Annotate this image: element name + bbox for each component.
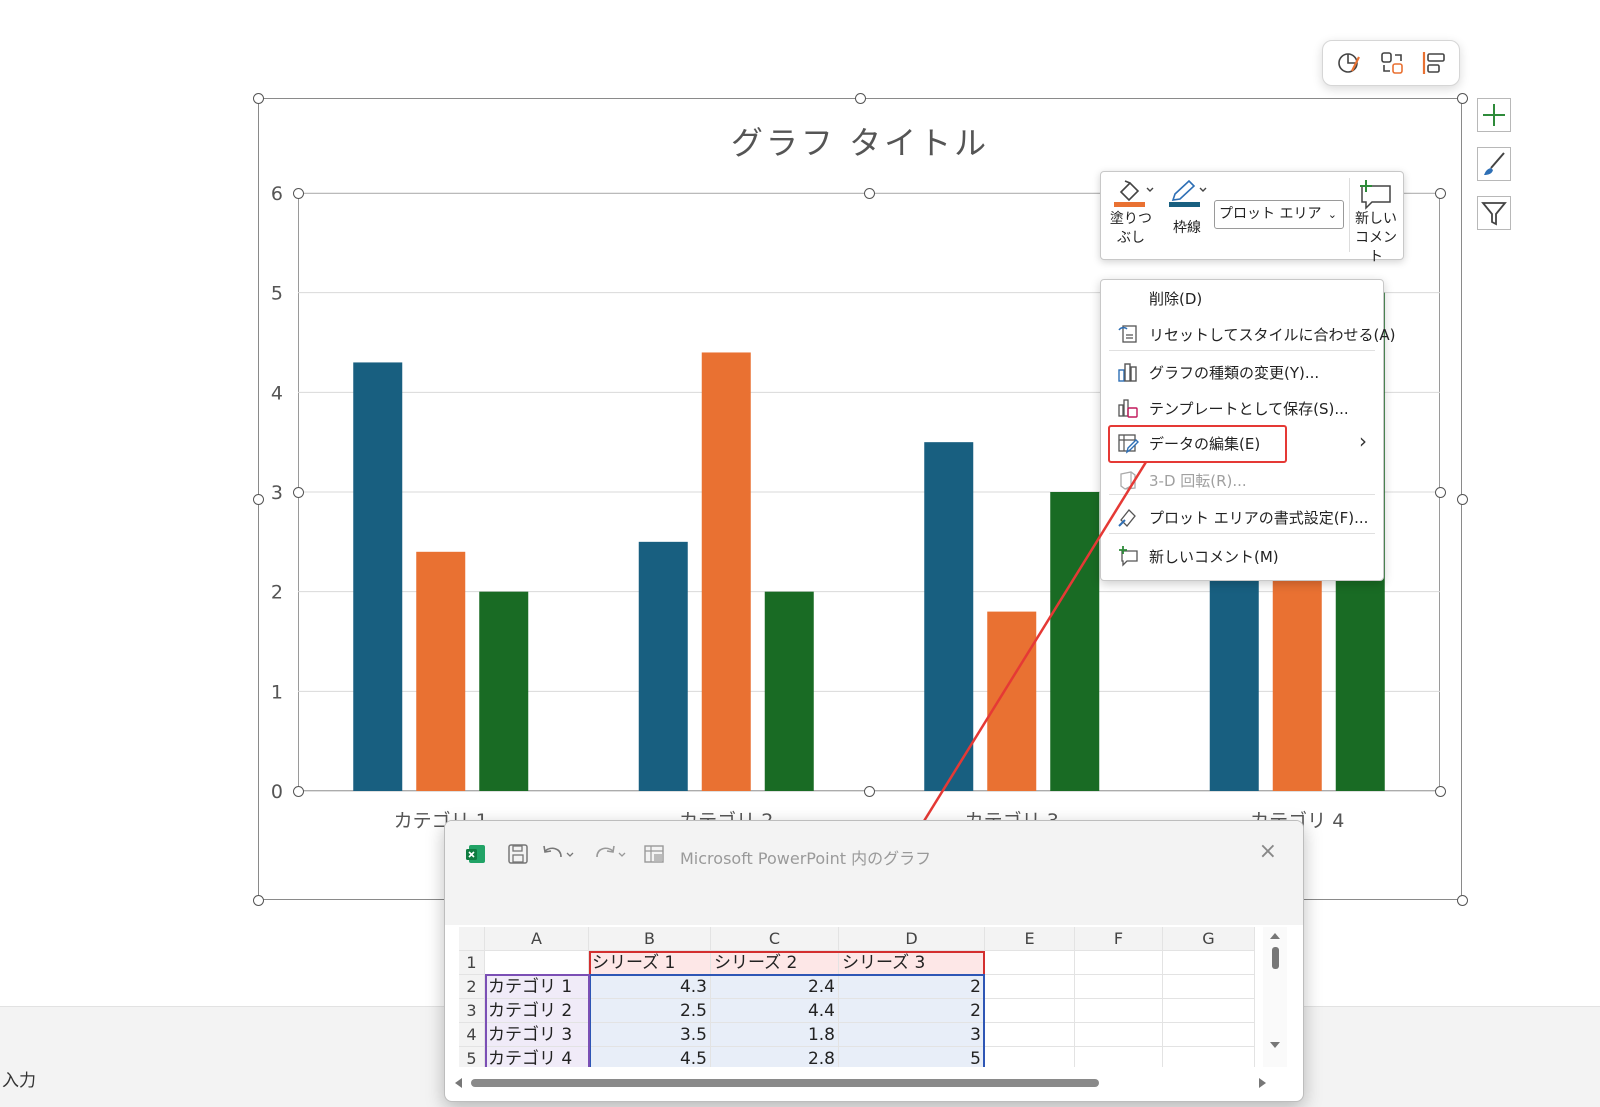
row-header[interactable]: 3 [459,999,485,1023]
spreadsheet-cell[interactable]: 2.4 [711,975,839,999]
spreadsheet-cell[interactable]: 4.4 [711,999,839,1023]
spreadsheet-cell[interactable] [1163,1047,1255,1067]
spreadsheet-cell[interactable]: 3 [839,1023,985,1047]
spreadsheet-cell[interactable] [985,951,1075,975]
spreadsheet-cell[interactable]: カテゴリ 1 [485,975,589,999]
spreadsheet-cell[interactable] [985,1023,1075,1047]
spreadsheet-cell[interactable] [1075,1047,1163,1067]
spreadsheet-cell[interactable]: 5 [839,1047,985,1067]
spreadsheet-cell[interactable]: 2.5 [589,999,711,1023]
spreadsheet-cell[interactable] [985,975,1075,999]
spreadsheet-cell[interactable]: 1.8 [711,1023,839,1047]
redo-icon[interactable] [593,843,629,865]
spreadsheet-cell[interactable]: シリーズ 3 [839,951,985,975]
column-header[interactable]: A [485,927,589,951]
save-icon[interactable] [507,843,529,865]
excel-window-title: Microsoft PowerPoint 内のグラフ [680,849,932,868]
spreadsheet-cell[interactable]: カテゴリ 2 [485,999,589,1023]
vertical-scrollbar[interactable] [1263,927,1287,1067]
open-in-excel-icon[interactable] [643,843,665,865]
row-header[interactable]: 2 [459,975,485,999]
spreadsheet-cell[interactable] [1075,975,1163,999]
spreadsheet-cell[interactable] [1163,1023,1255,1047]
spreadsheet-cell[interactable] [1075,999,1163,1023]
spreadsheet-grid[interactable]: A B C D E F G 1 シリーズ 1 シリーズ 2 シリーズ 3 2 カテゴリ 1 4.3 2.4 2… [459,927,1255,1067]
spreadsheet-cell[interactable]: シリーズ 2 [711,951,839,975]
spreadsheet-cell[interactable]: シリーズ 1 [589,951,711,975]
spreadsheet-cell[interactable]: 2.8 [711,1047,839,1067]
row-header[interactable]: 5 [459,1047,485,1067]
spreadsheet-cell[interactable] [1075,1023,1163,1047]
spreadsheet-cell[interactable]: カテゴリ 4 [485,1047,589,1067]
column-header[interactable]: D [839,927,985,951]
spreadsheet-cell[interactable] [985,999,1075,1023]
spreadsheet-cell[interactable]: 2 [839,999,985,1023]
row-header[interactable]: 4 [459,1023,485,1047]
spreadsheet-cell[interactable]: 4.5 [589,1047,711,1067]
column-header[interactable]: E [985,927,1075,951]
spreadsheet-cell[interactable]: 2 [839,975,985,999]
spreadsheet-cell[interactable]: カテゴリ 3 [485,1023,589,1047]
excel-titlebar: Microsoft PowerPoint 内のグラフ × [445,821,1303,925]
spreadsheet-cell[interactable]: 4.3 [589,975,711,999]
spreadsheet-cell[interactable] [985,1047,1075,1067]
spreadsheet-cell[interactable] [1075,951,1163,975]
excel-icon [465,843,487,865]
spreadsheet-cell[interactable] [1163,999,1255,1023]
spreadsheet-cell[interactable] [485,951,589,975]
spreadsheet-cell[interactable] [1163,975,1255,999]
row-header[interactable]: 1 [459,951,485,975]
column-header[interactable]: F [1075,927,1163,951]
excel-data-window: Microsoft PowerPoint 内のグラフ × A B C D E F G 1 シリー… [444,820,1304,1102]
column-header[interactable]: G [1163,927,1255,951]
select-all-corner[interactable] [459,927,485,951]
column-header[interactable]: B [589,927,711,951]
undo-icon[interactable] [541,843,577,865]
column-header[interactable]: C [711,927,839,951]
spreadsheet-cell[interactable]: 3.5 [589,1023,711,1047]
horizontal-scrollbar[interactable] [453,1073,1287,1093]
close-icon[interactable]: × [1259,839,1277,864]
spreadsheet-cell[interactable] [1163,951,1255,975]
